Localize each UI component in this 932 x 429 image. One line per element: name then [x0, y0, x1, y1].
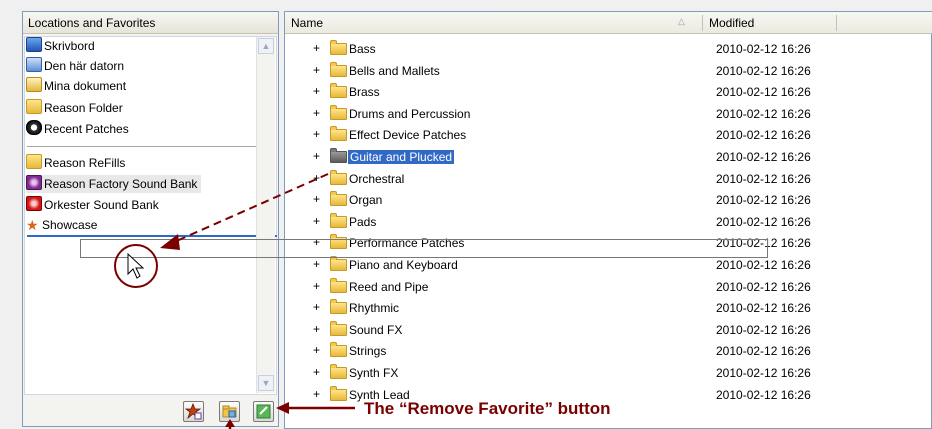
drag-path-arrow	[171, 173, 329, 244]
mouse-pointer-icon	[127, 252, 145, 279]
drag-arrow-head	[160, 234, 180, 250]
remove-favorite-callout: The “Remove Favorite” button	[360, 399, 615, 419]
reason-browser-window: Locations and Favorites Skrivbord Den hä…	[0, 0, 932, 429]
annotation-overlay	[114, 173, 355, 429]
lower-callout-arrow-head	[225, 419, 235, 427]
callout-arrow-head	[276, 402, 289, 414]
